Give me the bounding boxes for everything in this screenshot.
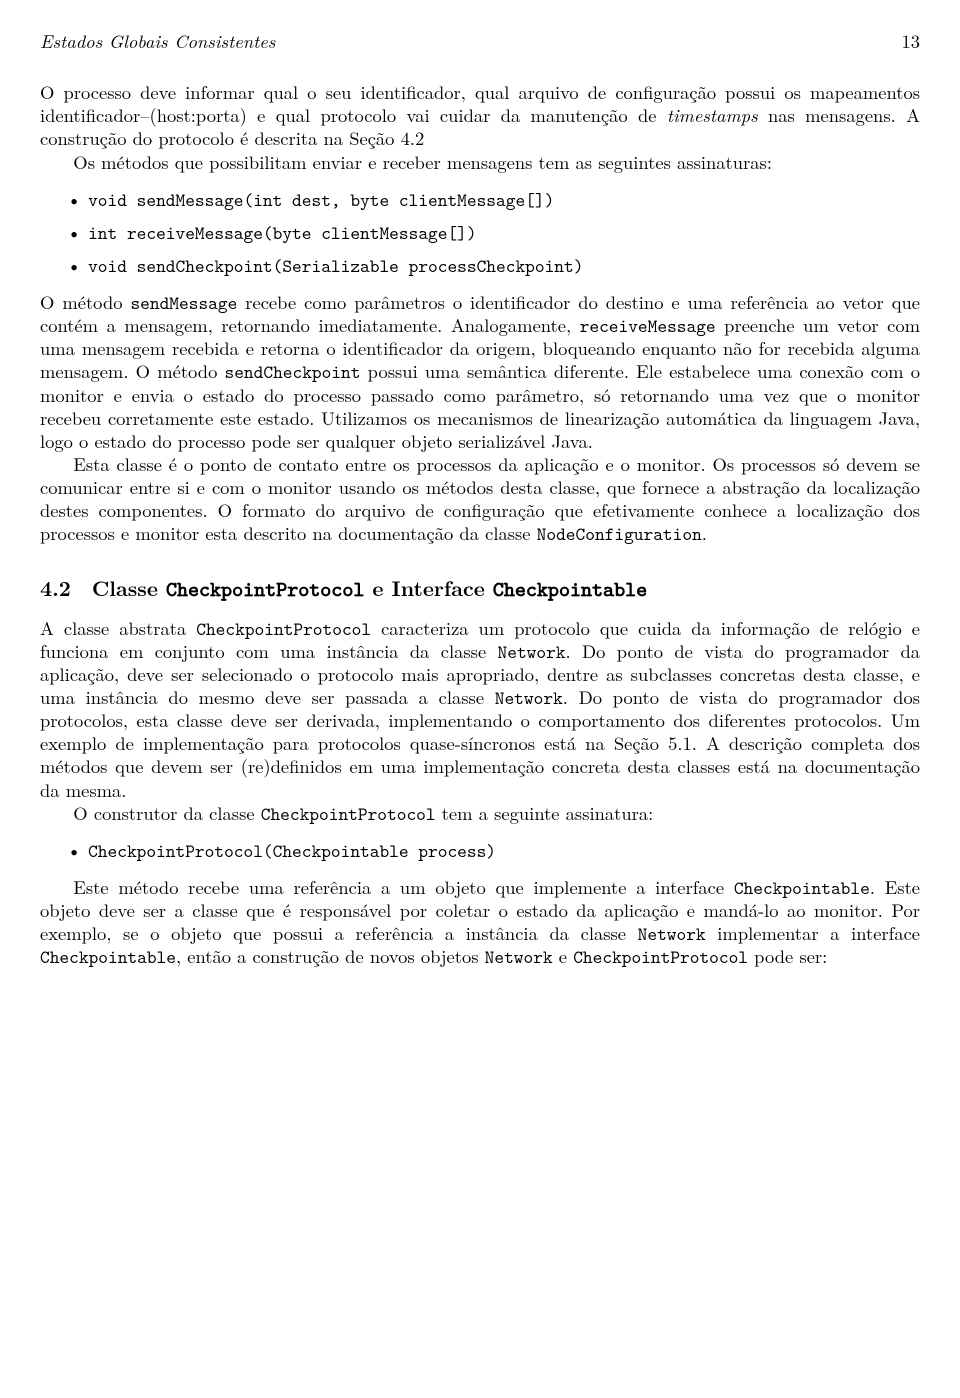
- code-signature: int receiveMessage(byte clientMessage[]): [88, 220, 477, 245]
- list-item: int receiveMessage(byte clientMessage[]): [40, 221, 920, 244]
- code-signature: CheckpointProtocol(Checkpointable proces…: [88, 838, 496, 863]
- timestamps-term: timestamps: [667, 102, 758, 128]
- page-number: 13: [901, 30, 920, 53]
- code-inline: Checkpointable: [40, 944, 176, 969]
- intro-paragraph-1: O processo deve informar qual o seu iden…: [40, 81, 920, 150]
- code-inline: Checkpointable: [493, 575, 647, 603]
- section-paragraph-6: O construtor da classe CheckpointProtoco…: [40, 802, 920, 825]
- section-paragraph-5: A classe abstrata CheckpointProtocol car…: [40, 617, 920, 802]
- code-inline: NodeConfiguration: [537, 521, 702, 546]
- intro-paragraph-2: Os métodos que possibilitam enviar e rec…: [40, 151, 920, 174]
- code-signature: void sendMessage(int dest, byte clientMe…: [88, 187, 554, 212]
- code-signature: void sendCheckpoint(Serializable process…: [88, 253, 583, 278]
- tail-paragraph-7: Este método recebe uma referência a um o…: [40, 876, 920, 969]
- running-header: Estados Globais Consistentes 13: [40, 30, 920, 53]
- body-paragraph-3: O método sendMessage recebe como parâmet…: [40, 291, 920, 453]
- code-inline: CheckpointProtocol: [166, 575, 364, 603]
- constructor-signature-list: CheckpointProtocol(Checkpointable proces…: [40, 839, 920, 862]
- code-inline: Network: [485, 944, 553, 969]
- list-item: CheckpointProtocol(Checkpointable proces…: [40, 839, 920, 862]
- section-number: 4.2: [40, 573, 71, 603]
- code-inline: CheckpointProtocol: [261, 801, 436, 826]
- code-inline: CheckpointProtocol: [573, 944, 748, 969]
- list-item: void sendMessage(int dest, byte clientMe…: [40, 188, 920, 211]
- running-title: Estados Globais Consistentes: [40, 30, 275, 53]
- body-paragraph-4: Esta classe é o ponto de contato entre o…: [40, 453, 920, 546]
- method-signature-list: void sendMessage(int dest, byte clientMe…: [40, 188, 920, 277]
- section-heading: 4.2Classe CheckpointProtocol e Interface…: [40, 575, 920, 602]
- code-inline: Network: [638, 921, 706, 946]
- list-item: void sendCheckpoint(Serializable process…: [40, 254, 920, 277]
